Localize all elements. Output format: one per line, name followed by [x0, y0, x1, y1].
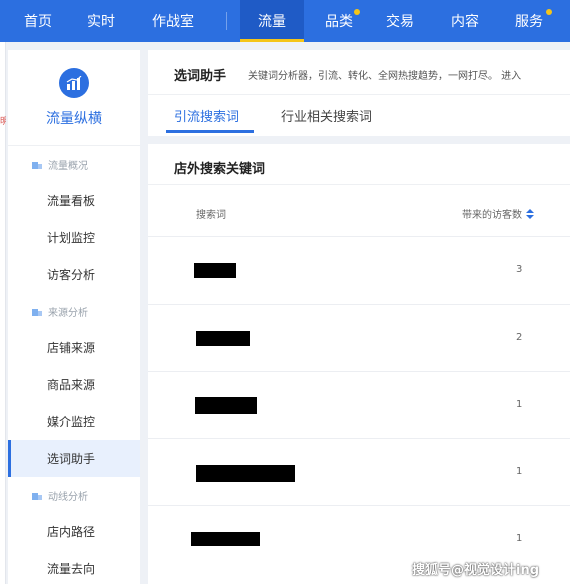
watermark: 搜狐号@视觉设计ing	[412, 563, 540, 578]
redacted-keyword	[195, 397, 257, 414]
nav-trade-label: 交易	[386, 14, 414, 30]
row-divider	[148, 236, 570, 237]
nav-service[interactable]: 服务	[500, 0, 558, 42]
visitor-count: 1	[516, 399, 523, 410]
row-divider	[148, 371, 570, 372]
group-label: 来源分析	[48, 307, 88, 319]
nav-service-label: 服务	[515, 14, 543, 30]
sidebar-item-product-source[interactable]: 商品来源	[8, 366, 140, 403]
nav-content-label: 内容	[451, 14, 479, 30]
sidebar-item-label: 店内路径	[47, 525, 96, 539]
sidebar-brand: 流量纵横	[8, 50, 140, 146]
nav-trade[interactable]: 交易	[372, 0, 428, 42]
sidebar-item-label: 流量去向	[47, 562, 96, 576]
row-divider	[148, 505, 570, 506]
redacted-keyword	[191, 532, 260, 546]
sidebar: 流量纵横 流量概况 流量看板 计划监控 访客分析 来源分析 店铺来源 商品来源 …	[8, 50, 140, 584]
group-traffic-overview: 流量概况	[8, 146, 140, 182]
sidebar-item-in-store-path[interactable]: 店内路径	[8, 513, 140, 550]
nav-category-label: 品类	[325, 14, 353, 30]
column-header-visitors-label: 带来的访客数	[462, 210, 522, 221]
sort-icon[interactable]	[526, 208, 534, 219]
sidebar-item-media-monitor[interactable]: 媒介监控	[8, 403, 140, 440]
sidebar-item-traffic-board[interactable]: 流量看板	[8, 182, 140, 219]
row-divider	[148, 438, 570, 439]
card-title: 店外搜索关键词	[174, 162, 266, 177]
visitor-count: 3	[516, 264, 523, 275]
column-header-keyword: 搜索词	[196, 210, 226, 221]
sidebar-item-label: 媒介监控	[47, 415, 96, 429]
sidebar-item-label: 计划监控	[47, 231, 96, 245]
sidebar-item-label: 店铺来源	[47, 341, 96, 355]
sidebar-item-label: 商品来源	[47, 378, 96, 392]
tab-industry-keywords[interactable]: 行业相关搜索词	[281, 106, 372, 125]
sidebar-item-label: 流量看板	[47, 194, 96, 208]
building-icon	[32, 308, 42, 316]
notification-dot-icon	[354, 9, 360, 15]
redacted-keyword	[196, 331, 250, 346]
main-header: 选词助手 关键词分析器，引流、转化、全网热搜趋势，一网打尽。 进入 引流搜索词 …	[148, 50, 570, 136]
nav-realtime[interactable]: 实时	[72, 0, 130, 42]
sidebar-item-plan-monitor[interactable]: 计划监控	[8, 219, 140, 256]
top-nav: 首页 实时 作战室 流量 品类 交易 内容 服务	[0, 0, 570, 42]
building-icon	[32, 161, 42, 169]
bar-chart-icon	[59, 67, 89, 98]
group-source-analysis: 来源分析	[8, 293, 140, 329]
visitor-count: 1	[516, 466, 523, 477]
sidebar-item-keyword-helper[interactable]: 选词助手	[8, 440, 140, 477]
group-label: 流量概况	[48, 160, 88, 172]
active-tab-indicator	[166, 130, 254, 133]
nav-war-room[interactable]: 作战室	[140, 0, 206, 42]
header-divider	[148, 94, 570, 95]
visitor-count: 2	[516, 332, 523, 343]
nav-traffic-label: 流量	[258, 14, 286, 30]
nav-realtime-label: 实时	[87, 14, 115, 30]
row-divider	[148, 304, 570, 305]
nav-traffic[interactable]: 流量	[240, 0, 304, 42]
group-path-analysis: 动线分析	[8, 477, 140, 513]
nav-separator	[226, 12, 227, 30]
sidebar-item-label: 访客分析	[47, 268, 96, 282]
nav-category[interactable]: 品类	[310, 0, 368, 42]
nav-war-room-label: 作战室	[152, 14, 194, 30]
visitor-count: 1	[516, 533, 523, 544]
redacted-keyword	[196, 465, 295, 482]
sidebar-item-store-source[interactable]: 店铺来源	[8, 329, 140, 366]
notification-dot-icon	[546, 9, 552, 15]
left-edge-strip: 明	[0, 42, 6, 584]
column-header-visitors[interactable]: 带来的访客数	[462, 206, 534, 221]
redacted-keyword	[194, 263, 236, 278]
sidebar-item-label: 选词助手	[47, 452, 96, 466]
page-title: 选词助手	[174, 69, 227, 84]
nav-home[interactable]: 首页	[9, 0, 67, 42]
sidebar-item-visitor-analysis[interactable]: 访客分析	[8, 256, 140, 293]
page-description: 关键词分析器，引流、转化、全网热搜趋势，一网打尽。 进入	[248, 71, 522, 82]
brand-name: 流量纵横	[46, 110, 102, 127]
keyword-card: 店外搜索关键词 搜索词 带来的访客数 3 2 1 1 1	[148, 144, 570, 584]
sidebar-item-traffic-destination[interactable]: 流量去向	[8, 550, 140, 584]
card-divider	[148, 184, 570, 185]
edge-mark: 明	[0, 117, 6, 127]
building-icon	[32, 492, 42, 500]
group-label: 动线分析	[48, 491, 88, 503]
tab-inflow-keywords[interactable]: 引流搜索词	[174, 106, 239, 125]
nav-home-label: 首页	[24, 14, 52, 30]
nav-content[interactable]: 内容	[437, 0, 493, 42]
